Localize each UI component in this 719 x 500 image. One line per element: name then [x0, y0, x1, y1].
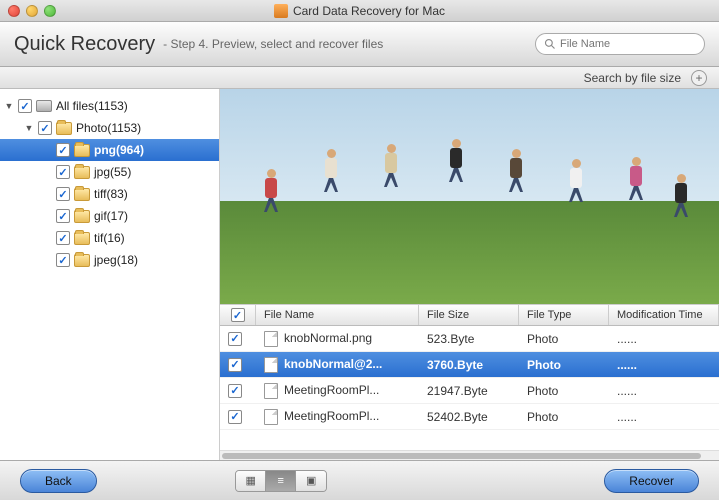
- folder-icon: [56, 122, 72, 135]
- file-icon: [264, 409, 278, 425]
- checkbox[interactable]: [56, 253, 70, 267]
- tree-node-category[interactable]: tif(16): [0, 227, 219, 249]
- disk-icon: [36, 100, 52, 112]
- tree-label: All files(1153): [56, 99, 128, 113]
- tree-label: tif(16): [94, 231, 125, 245]
- page-title: Quick Recovery: [14, 33, 155, 56]
- cell-file-type: Photo: [519, 410, 609, 424]
- cell-file-size: 523.Byte: [419, 332, 519, 346]
- horizontal-scrollbar[interactable]: [220, 450, 719, 460]
- checkbox[interactable]: [228, 410, 242, 424]
- window-titlebar: Card Data Recovery for Mac: [0, 0, 719, 22]
- app-icon: [274, 4, 288, 18]
- cell-file-type: Photo: [519, 332, 609, 346]
- file-tree[interactable]: ▼ All files(1153) ▼ Photo(1153) png(964)…: [0, 89, 220, 460]
- checkbox[interactable]: [56, 165, 70, 179]
- minimize-window-button[interactable]: [26, 5, 38, 17]
- checkbox[interactable]: [56, 209, 70, 223]
- view-mode-toggle[interactable]: ▦ ≡ ▣: [235, 470, 327, 492]
- table-row[interactable]: MeetingRoomPl... 52402.BytePhoto......: [220, 404, 719, 430]
- tree-label: jpg(55): [94, 165, 131, 179]
- window-title: Card Data Recovery for Mac: [293, 4, 445, 18]
- recover-button[interactable]: Recover: [604, 469, 699, 493]
- tree-node-category[interactable]: png(964): [0, 139, 219, 161]
- search-icon: [544, 38, 556, 50]
- file-icon: [264, 357, 278, 373]
- tree-label: Photo(1153): [76, 121, 141, 135]
- disclosure-triangle-icon[interactable]: ▼: [24, 123, 34, 133]
- page-subtitle: - Step 4. Preview, select and recover fi…: [163, 37, 383, 51]
- col-file-type[interactable]: File Type: [519, 305, 609, 325]
- folder-icon: [74, 166, 90, 179]
- table-body[interactable]: knobNormal.png523.BytePhoto......knobNor…: [220, 326, 719, 450]
- file-icon: [264, 383, 278, 399]
- zoom-window-button[interactable]: [44, 5, 56, 17]
- table-row[interactable]: knobNormal@2... 3760.BytePhoto......: [220, 352, 719, 378]
- checkbox[interactable]: [228, 384, 242, 398]
- list-view-icon[interactable]: ≡: [266, 471, 296, 491]
- folder-icon: [74, 210, 90, 223]
- cell-mod-time: ......: [609, 410, 719, 424]
- table-row[interactable]: MeetingRoomPl... 21947.BytePhoto......: [220, 378, 719, 404]
- tree-node-category[interactable]: tiff(83): [0, 183, 219, 205]
- preview-pane: [220, 89, 719, 304]
- sub-toolbar: Search by file size +: [0, 67, 719, 89]
- cell-mod-time: ......: [609, 332, 719, 346]
- cell-file-name: knobNormal.png: [284, 331, 372, 345]
- col-file-size[interactable]: File Size: [419, 305, 519, 325]
- cell-file-name: MeetingRoomPl...: [284, 409, 379, 423]
- folder-icon: [74, 188, 90, 201]
- cell-file-type: Photo: [519, 384, 609, 398]
- select-all-checkbox[interactable]: [231, 308, 245, 322]
- tree-label: jpeg(18): [94, 253, 138, 267]
- cell-file-name: MeetingRoomPl...: [284, 383, 379, 397]
- search-field[interactable]: [535, 33, 705, 55]
- col-file-name[interactable]: File Name: [256, 305, 419, 325]
- cell-file-size: 3760.Byte: [419, 358, 519, 372]
- checkbox[interactable]: [56, 187, 70, 201]
- tree-label: png(964): [94, 143, 144, 157]
- back-button[interactable]: Back: [20, 469, 97, 493]
- cell-file-size: 52402.Byte: [419, 410, 519, 424]
- close-window-button[interactable]: [8, 5, 20, 17]
- cell-file-type: Photo: [519, 358, 609, 372]
- folder-icon: [74, 144, 90, 157]
- table-row[interactable]: knobNormal.png 523.BytePhoto......: [220, 326, 719, 352]
- tree-label: tiff(83): [94, 187, 128, 201]
- checkbox[interactable]: [56, 143, 70, 157]
- detail-view-icon[interactable]: ▣: [296, 471, 326, 491]
- search-input[interactable]: [560, 38, 696, 50]
- checkbox[interactable]: [18, 99, 32, 113]
- footer-bar: Back ▦ ≡ ▣ Recover: [0, 460, 719, 500]
- tree-node-photo[interactable]: ▼ Photo(1153): [0, 117, 219, 139]
- search-by-size-label[interactable]: Search by file size: [584, 71, 681, 85]
- table-header: File Name File Size File Type Modificati…: [220, 304, 719, 326]
- disclosure-triangle-icon[interactable]: ▼: [4, 101, 14, 111]
- folder-icon: [74, 232, 90, 245]
- tree-node-category[interactable]: jpg(55): [0, 161, 219, 183]
- add-filter-button[interactable]: +: [691, 70, 707, 86]
- file-icon: [264, 331, 278, 347]
- grid-view-icon[interactable]: ▦: [236, 471, 266, 491]
- tree-label: gif(17): [94, 209, 128, 223]
- header-bar: Quick Recovery - Step 4. Preview, select…: [0, 22, 719, 67]
- col-mod-time[interactable]: Modification Time: [609, 305, 719, 325]
- cell-mod-time: ......: [609, 358, 719, 372]
- checkbox[interactable]: [228, 358, 242, 372]
- checkbox[interactable]: [56, 231, 70, 245]
- tree-node-root[interactable]: ▼ All files(1153): [0, 95, 219, 117]
- checkbox[interactable]: [228, 332, 242, 346]
- cell-file-size: 21947.Byte: [419, 384, 519, 398]
- tree-node-category[interactable]: gif(17): [0, 205, 219, 227]
- folder-icon: [74, 254, 90, 267]
- tree-node-category[interactable]: jpeg(18): [0, 249, 219, 271]
- checkbox[interactable]: [38, 121, 52, 135]
- cell-file-name: knobNormal@2...: [284, 357, 382, 371]
- cell-mod-time: ......: [609, 384, 719, 398]
